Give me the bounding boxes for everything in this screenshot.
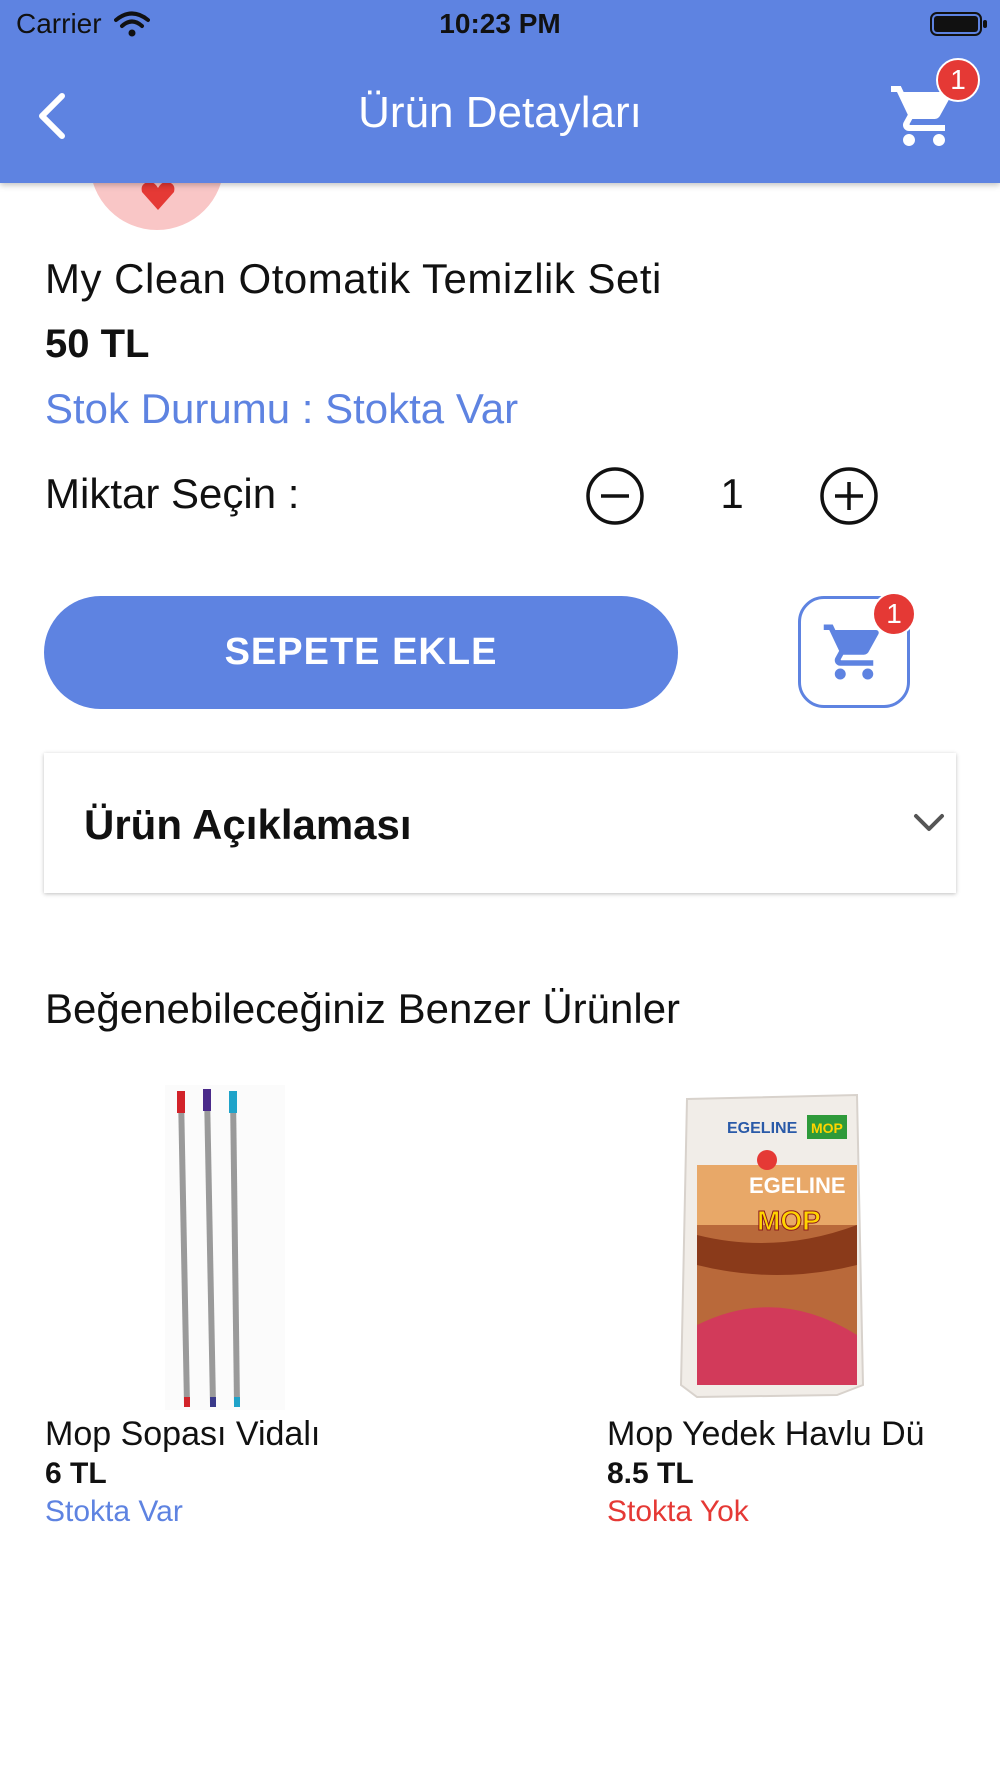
similar-product-price: 8.5 TL <box>607 1457 694 1490</box>
description-accordion[interactable]: Ürün Açıklaması <box>44 753 956 893</box>
product-name: My Clean Otomatik Temizlik Seti <box>45 255 662 302</box>
svg-text:EGELINE: EGELINE <box>727 1120 798 1137</box>
quantity-label: Miktar Seçin : <box>45 470 300 517</box>
heart-icon <box>141 181 175 210</box>
similar-products-heading: Beğenebileceğiniz Benzer Ürünler <box>45 985 681 1032</box>
status-time: 10:23 PM <box>439 8 561 39</box>
cart-count-badge: 1 <box>936 58 980 102</box>
quantity-value: 1 <box>720 470 744 517</box>
mop-stick-image <box>165 1085 285 1410</box>
similar-product-name: Mop Sopası Vidalı <box>45 1415 321 1453</box>
similar-product-stock: Stokta Yok <box>607 1495 749 1528</box>
similar-product-name: Mop Yedek Havlu Dü <box>607 1415 925 1453</box>
chevron-down-icon <box>914 814 944 831</box>
description-title: Ürün Açıklaması <box>84 801 412 848</box>
app-header: Carrier 10:23 PM Ürün Detayları 1 <box>0 0 1000 183</box>
status-bar: Carrier 10:23 PM <box>0 0 1000 50</box>
svg-text:EGELINE: EGELINE <box>749 1173 846 1198</box>
similar-product-card[interactable]: EGELINE MOP EGELINE MOP Mop Yedek Havlu … <box>607 1085 987 1535</box>
similar-product-price: 6 TL <box>45 1457 107 1490</box>
minus-circle-icon[interactable] <box>585 466 645 526</box>
mop-package-image: EGELINE MOP EGELINE MOP <box>679 1093 865 1399</box>
stock-status: Stok Durumu : Stokta Var <box>45 385 519 432</box>
add-to-cart-button[interactable]: SEPETE EKLE <box>44 596 678 709</box>
similar-product-card[interactable]: Mop Sopası Vidalı 6 TL Stokta Var <box>45 1085 425 1535</box>
svg-text:MOP: MOP <box>811 1120 843 1136</box>
svg-text:MOP: MOP <box>757 1205 821 1236</box>
product-price: 50 TL <box>45 322 150 366</box>
page-title: Ürün Detayları <box>358 88 642 137</box>
cart-count-badge: 1 <box>872 592 916 636</box>
similar-product-stock: Stokta Var <box>45 1495 183 1528</box>
plus-circle-icon[interactable] <box>819 466 879 526</box>
battery-icon <box>930 12 987 36</box>
